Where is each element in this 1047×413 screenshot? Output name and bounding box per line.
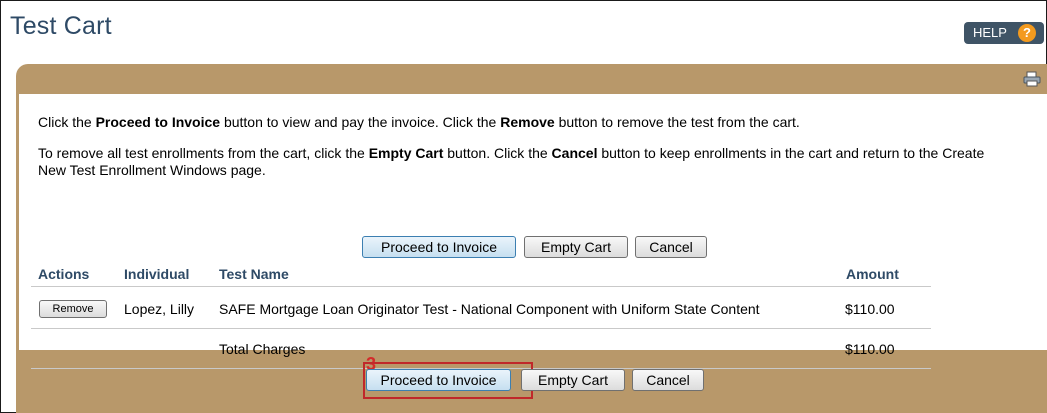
table-cell-amount: $110.00 [845,301,895,317]
cancel-button-bottom[interactable]: Cancel [632,369,704,391]
instruction-emphasis: Remove [500,114,555,130]
instruction-emphasis: Empty Cart [368,145,444,161]
column-header-individual: Individual [124,266,190,282]
cart-panel: Click the Proceed to Invoice button to v… [16,64,1047,413]
page-title: Test Cart [10,12,112,40]
instruction-text: To remove all test enrollments from the … [38,145,369,161]
instruction-emphasis: Proceed to Invoice [95,114,221,130]
panel-header-bar [16,64,1047,94]
instruction-remove: Click the Proceed to Invoice button to v… [38,114,998,131]
cancel-button-top[interactable]: Cancel [635,236,707,258]
empty-cart-button-top[interactable]: Empty Cart [524,236,628,258]
proceed-to-invoice-button-top[interactable]: Proceed to Invoice [362,236,516,258]
column-header-test-name: Test Name [219,266,289,282]
total-charges-label: Total Charges [219,341,306,357]
remove-button[interactable]: Remove [39,300,107,318]
instruction-text: button to remove the test from the cart. [554,114,800,130]
column-header-amount: Amount [846,266,899,282]
help-label: HELP [973,25,1007,40]
table-divider [31,286,931,287]
total-charges-amount: $110.00 [845,341,895,357]
column-header-actions: Actions [38,266,90,282]
instruction-emphasis: Cancel [551,145,598,161]
table-divider [31,328,931,329]
question-icon: ? [1018,24,1036,42]
instruction-text: button. Click the [443,145,552,161]
printer-icon[interactable] [1023,71,1041,87]
help-button[interactable]: HELP ? [964,22,1044,44]
table-cell-individual: Lopez, Lilly [124,301,195,317]
empty-cart-button-bottom[interactable]: Empty Cart [521,369,625,391]
proceed-to-invoice-button-bottom[interactable]: Proceed to Invoice [366,369,511,391]
instruction-text: button to view and pay the invoice. Clic… [220,114,501,130]
table-cell-test-name: SAFE Mortgage Loan Originator Test - Nat… [219,301,760,317]
panel-body: Click the Proceed to Invoice button to v… [19,94,1047,369]
instruction-text: Click the [38,114,96,130]
instruction-empty-cancel: To remove all test enrollments from the … [38,145,998,179]
